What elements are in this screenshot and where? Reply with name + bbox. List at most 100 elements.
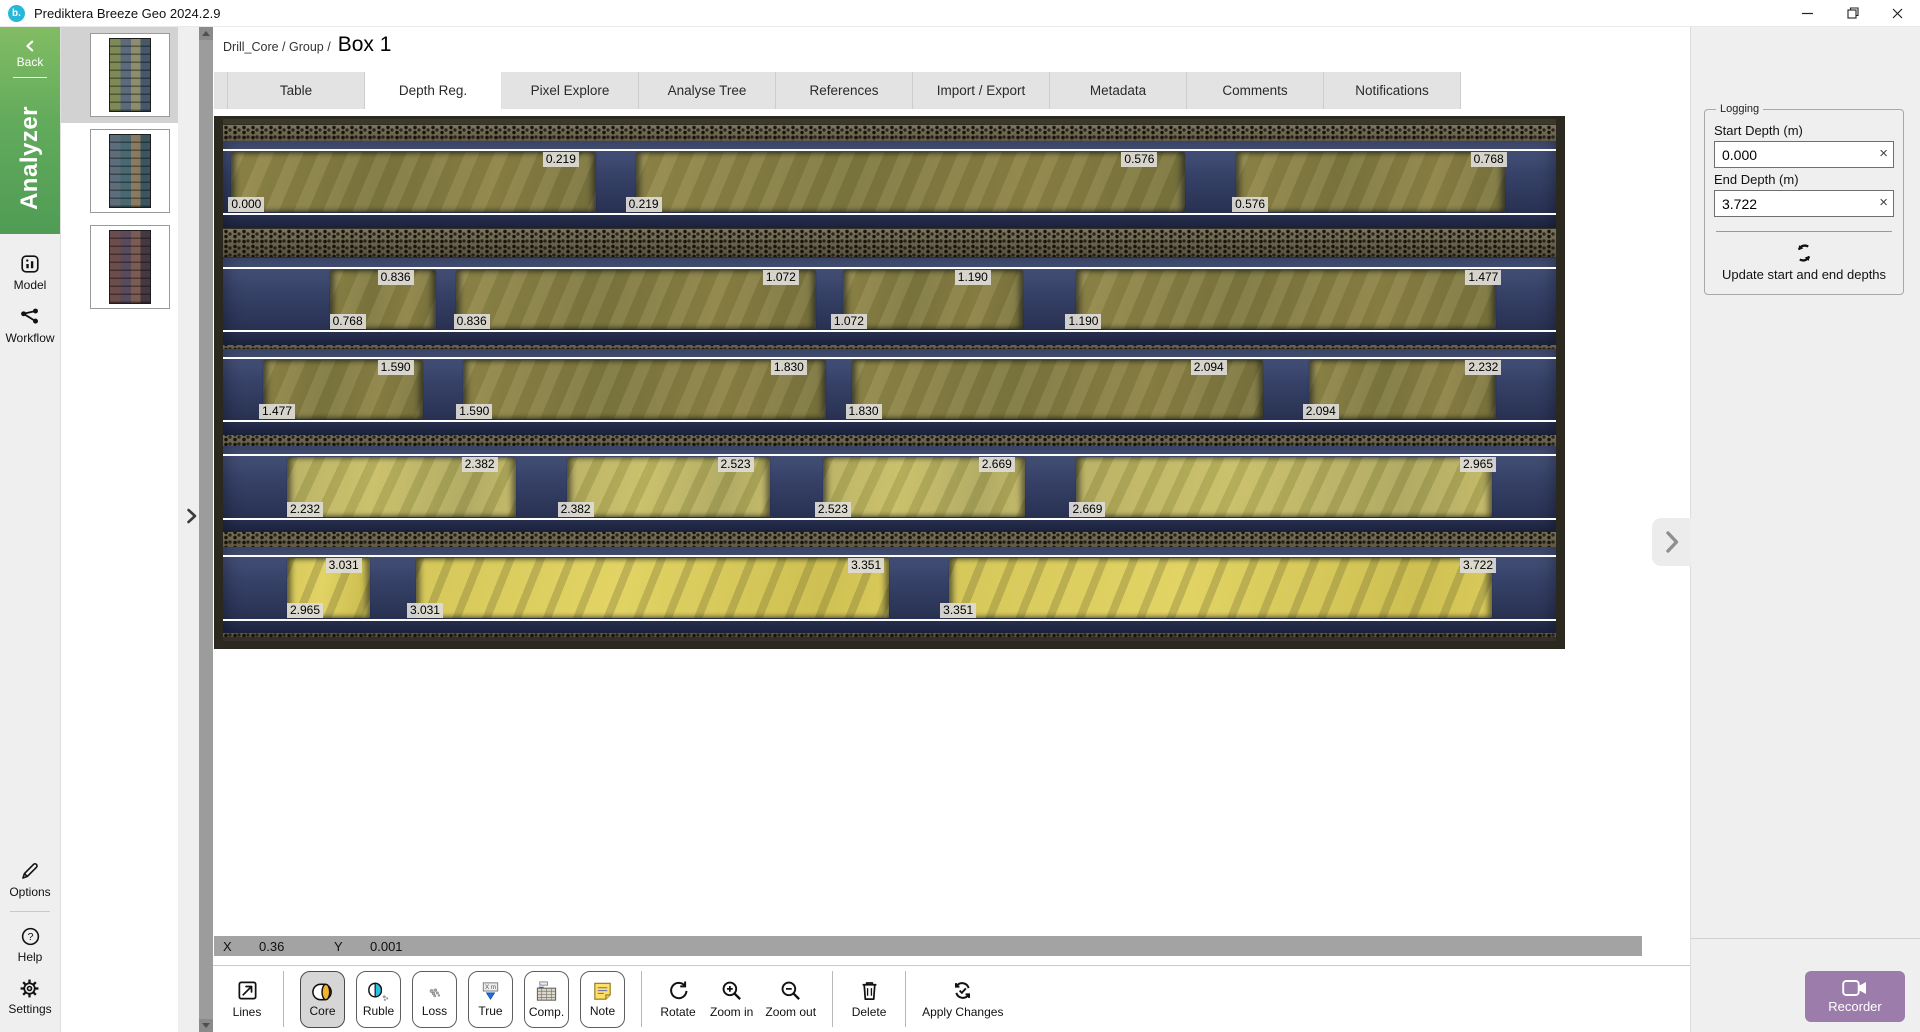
sidebar-item-model[interactable]: Model (14, 253, 46, 292)
scroll-up-button[interactable] (199, 27, 213, 40)
mode-button-note[interactable]: Note (580, 970, 625, 1028)
depth-label: 1.477 (1465, 269, 1502, 285)
lines-button[interactable]: Lines (227, 979, 267, 1019)
sidebar-item-label: Help (17, 950, 43, 964)
clear-start-depth-icon[interactable]: × (1879, 145, 1888, 163)
sidebar-item-settings[interactable]: Settings (8, 978, 52, 1016)
restore-button[interactable] (1830, 0, 1875, 26)
mode-button-ruble[interactable]: Ruble (356, 970, 401, 1028)
depth-label: 0.576 (1232, 197, 1269, 212)
sidebar-item-label: Workflow (5, 331, 55, 345)
zoom-out-button[interactable]: Zoom out (765, 979, 816, 1019)
window-title: Prediktera Breeze Geo 2024.2.9 (34, 5, 221, 21)
zoom-in-button[interactable]: Zoom in (710, 979, 753, 1019)
right-panel-expander[interactable] (1652, 518, 1691, 566)
tab-import-export[interactable]: Import / Export (913, 72, 1050, 109)
rotate-icon (667, 979, 690, 1002)
mode-button-loss[interactable]: Loss (412, 970, 457, 1028)
depth-label: 0.576 (1121, 152, 1158, 168)
note-icon (591, 980, 614, 1003)
logging-legend: Logging (1720, 103, 1760, 115)
update-depths-label: Update start and end depths (1721, 267, 1887, 282)
depth-label: 0.836 (377, 269, 414, 285)
scroll-down-button[interactable] (199, 1019, 213, 1032)
recorder-label: Recorder (1828, 999, 1882, 1014)
start-depth-label: Start Depth (m) (1714, 123, 1803, 138)
depth-band-line (223, 420, 1556, 423)
tab-references[interactable]: References (776, 72, 913, 109)
rotate-button[interactable]: Rotate (658, 979, 698, 1019)
breadcrumb-path[interactable]: Drill_Core / Group / (223, 40, 331, 54)
divider (10, 911, 50, 912)
button-label: Zoom out (765, 1005, 817, 1019)
back-button[interactable]: Back (17, 55, 44, 69)
depth-label: 2.669 (1069, 501, 1106, 517)
button-label: Ruble (362, 1003, 395, 1018)
cardboard-separator (223, 228, 1556, 258)
start-depth-input[interactable] (1714, 141, 1894, 168)
core-segment (230, 152, 597, 212)
recorder-button[interactable]: Recorder (1805, 971, 1905, 1022)
close-button[interactable] (1875, 0, 1920, 26)
clear-end-depth-icon[interactable]: × (1879, 194, 1888, 212)
depth-label: 2.965 (1459, 457, 1496, 473)
delete-button[interactable]: Delete (849, 979, 889, 1019)
sidebar-item-options[interactable]: Options (9, 861, 51, 899)
apply-icon (951, 979, 974, 1002)
tab-analyse-tree[interactable]: Analyse Tree (639, 72, 776, 109)
depth-band-line (223, 454, 1556, 457)
tab-notifications[interactable]: Notifications (1324, 72, 1461, 109)
mode-button-true[interactable]: X m True (468, 970, 513, 1028)
depth-label: 3.351 (848, 557, 885, 573)
breadcrumb: Drill_Core / Group / Box 1 (223, 33, 391, 57)
depth-label: 1.190 (954, 269, 991, 285)
main-content: Drill_Core / Group / Box 1 Table Depth Re… (213, 27, 1690, 1032)
depth-label: 3.031 (325, 557, 362, 573)
core-box-image[interactable]: 0.219 0.576 0.768 0.000 0.219 0.576 0.836 1.072… (214, 116, 1565, 649)
tab-table[interactable]: Table (228, 72, 365, 109)
apply-changes-button[interactable]: Apply Changes (922, 979, 1003, 1019)
page-title: Box 1 (337, 33, 392, 56)
gear-icon (19, 978, 40, 999)
end-depth-input[interactable] (1714, 190, 1894, 217)
core-segment (1076, 457, 1492, 517)
depth-band-line (223, 266, 1556, 269)
core-segment (416, 558, 890, 618)
depth-label: 0.219 (625, 197, 662, 212)
toolbar-divider (905, 971, 907, 1027)
tab-metadata[interactable]: Metadata (1050, 72, 1187, 109)
svg-text:?: ? (27, 931, 33, 943)
cursor-x-value: 0.36 (259, 938, 285, 954)
analyzer-section: Back Analyzer (0, 27, 60, 234)
toolbar-divider (641, 971, 642, 1027)
thumbnail-panel (61, 27, 198, 1032)
update-depths-button[interactable]: Update start and end depths (1714, 242, 1894, 282)
tab-pixel-explore[interactable]: Pixel Explore (502, 72, 639, 109)
depth-label: 1.477 (258, 404, 296, 420)
button-label: Core (309, 1003, 336, 1018)
button-label: True (478, 1004, 503, 1018)
workflow-icon (19, 306, 41, 328)
logging-group: Logging Start Depth (m) × End Depth (m) … (1704, 103, 1904, 295)
mode-button-core[interactable]: Core (300, 970, 345, 1028)
mode-button-comp[interactable]: Comp. (524, 970, 569, 1028)
depth-label: 3.351 (940, 602, 977, 618)
sidebar-item-workflow[interactable]: Workflow (5, 306, 55, 345)
thumbnail-frame (89, 33, 170, 117)
sidebar-item-help[interactable]: ? Help (17, 926, 43, 964)
vertical-scrollbar[interactable] (199, 27, 213, 1032)
tab-comments[interactable]: Comments (1187, 72, 1324, 109)
depth-label: 3.031 (406, 602, 443, 618)
chevron-right-icon (186, 508, 197, 524)
depth-label: 1.830 (845, 404, 882, 420)
button-label: Lines (232, 1005, 262, 1019)
depth-label: 0.836 (453, 314, 490, 330)
sidebar-item-label: Settings (8, 1002, 52, 1016)
app-sidebar: Back Analyzer Model Workflow Options? Help… (0, 27, 61, 1032)
depth-label: 2.382 (557, 501, 594, 517)
tab-depth-reg[interactable]: Depth Reg. (365, 72, 502, 109)
thumbnail-panel-expander[interactable] (183, 498, 199, 534)
depth-label: 1.072 (762, 269, 799, 285)
chevron-left-icon (23, 39, 37, 53)
minimize-button[interactable] (1785, 0, 1830, 26)
